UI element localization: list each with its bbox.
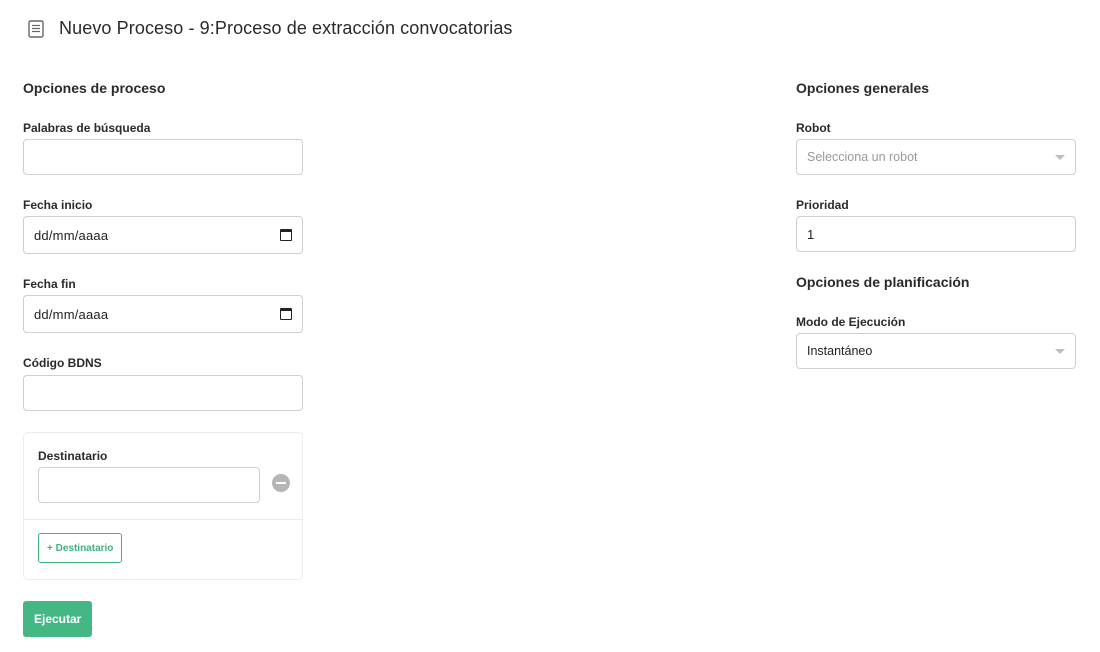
recipient-label: Destinatario <box>38 449 108 463</box>
remove-circle-icon[interactable] <box>272 474 290 492</box>
execution-mode-label: Modo de Ejecución <box>796 315 906 329</box>
priority-label: Prioridad <box>796 198 849 212</box>
recipient-input[interactable] <box>38 467 260 503</box>
start-date-label: Fecha inicio <box>23 198 93 212</box>
search-words-input[interactable] <box>23 139 303 175</box>
recipients-card: Destinatario + Destinatario <box>23 432 303 580</box>
robot-label: Robot <box>796 121 831 135</box>
execution-mode-select[interactable]: Instantáneo <box>796 333 1076 369</box>
execute-button[interactable]: Ejecutar <box>23 601 93 637</box>
planning-options-title: Opciones de planificación <box>796 274 970 290</box>
execution-mode-value: Instantáneo <box>807 344 873 358</box>
document-icon <box>28 19 44 38</box>
end-date-value: dd/mm/aaaa <box>34 306 109 322</box>
robot-placeholder: Selecciona un robot <box>807 150 918 164</box>
chevron-down-icon <box>1055 154 1065 160</box>
end-date-input[interactable]: dd/mm/aaaa <box>23 295 303 333</box>
search-words-label: Palabras de búsqueda <box>23 121 151 135</box>
add-recipient-button[interactable]: + Destinatario <box>38 533 123 563</box>
page-header: Nuevo Proceso - 9:Proceso de extracción … <box>28 18 513 39</box>
robot-select[interactable]: Selecciona un robot <box>796 139 1076 175</box>
page-title: Nuevo Proceso - 9:Proceso de extracción … <box>59 18 513 38</box>
bdns-code-input[interactable] <box>23 375 303 411</box>
calendar-icon[interactable] <box>280 308 292 320</box>
start-date-value: dd/mm/aaaa <box>34 227 109 243</box>
calendar-icon[interactable] <box>280 229 292 241</box>
chevron-down-icon <box>1055 348 1065 354</box>
process-options-title: Opciones de proceso <box>23 80 166 96</box>
bdns-code-label: Código BDNS <box>23 356 102 370</box>
priority-input[interactable] <box>796 216 1076 252</box>
card-divider <box>24 519 302 520</box>
end-date-label: Fecha fin <box>23 277 76 291</box>
start-date-input[interactable]: dd/mm/aaaa <box>23 216 303 254</box>
general-options-title: Opciones generales <box>796 80 930 96</box>
